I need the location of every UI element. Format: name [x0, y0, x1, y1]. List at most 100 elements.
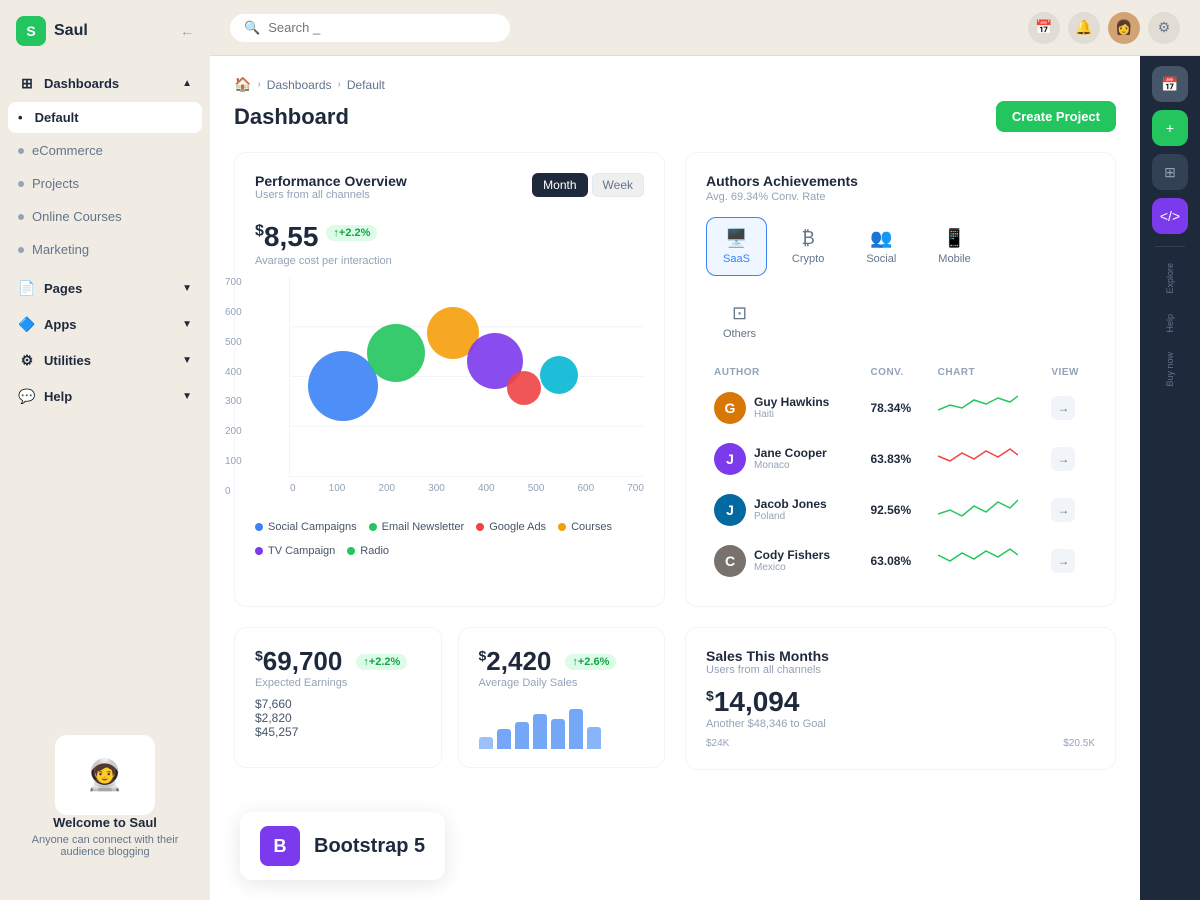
cat-tab-row2: ⊡ Others — [706, 292, 1095, 351]
right-sidebar: 📅 + ⊞ </> Explore Help Buy now — [1140, 56, 1200, 900]
sidebar-item-help[interactable]: 💬 Help ▼ — [8, 379, 202, 413]
avatar: J — [714, 494, 746, 526]
cat-tab-crypto[interactable]: ₿ Crypto — [775, 217, 841, 276]
sidebar-item-label: Default — [35, 110, 192, 125]
chart-legend: Social Campaigns Email Newsletter Google… — [255, 521, 644, 557]
perf-label: Avarage cost per interaction — [255, 255, 644, 267]
view-button[interactable]: → — [1051, 498, 1075, 522]
search-input[interactable] — [268, 20, 496, 35]
rs-help-label[interactable]: Help — [1161, 306, 1179, 341]
mobile-icon: 📱 — [943, 228, 965, 249]
bootstrap-text: Bootstrap 5 — [314, 835, 425, 858]
chevron-icon: ▲ — [182, 78, 192, 89]
bar — [533, 714, 547, 749]
bubble-google — [507, 371, 541, 405]
legend-dot — [369, 523, 377, 531]
breadcrumb-current: Default — [347, 78, 385, 92]
create-project-button[interactable]: Create Project — [996, 101, 1116, 132]
sidebar-item-apps[interactable]: 🔷 Apps ▼ — [8, 307, 202, 341]
avatar: J — [714, 443, 746, 475]
bar — [551, 719, 565, 749]
apps-icon: 🔷 — [18, 315, 36, 333]
topbar-calendar-icon[interactable]: 📅 — [1028, 12, 1060, 44]
legend-dot — [347, 547, 355, 555]
cat-tab-saas[interactable]: 🖥️ SaaS — [706, 217, 767, 276]
legend-label: Email Newsletter — [382, 521, 465, 533]
tab-week[interactable]: Week — [592, 173, 644, 197]
avatar: G — [714, 392, 746, 424]
sidebar-item-projects[interactable]: Projects — [8, 168, 202, 199]
nav-dot — [18, 148, 24, 154]
breadcrumb-home[interactable]: 🏠 — [234, 76, 251, 93]
cat-tab-others[interactable]: ⊡ Others — [706, 292, 773, 351]
sidebar-item-label: Utilities — [44, 353, 174, 368]
bootstrap-overlay: B Bootstrap 5 — [240, 812, 445, 880]
sidebar-item-marketing[interactable]: Marketing — [8, 234, 202, 265]
earnings-card: $69,700 +2.2% Expected Earnings $7,660 $… — [234, 627, 442, 768]
rs-add-btn[interactable]: + — [1152, 110, 1188, 146]
bar — [497, 729, 511, 749]
topbar-avatar[interactable]: 👩 — [1108, 12, 1140, 44]
topbar-settings-icon[interactable]: ⚙ — [1148, 12, 1180, 44]
page-title: Dashboard — [234, 104, 349, 130]
author-country: Mexico — [754, 562, 830, 573]
legend-google-ads: Google Ads — [476, 521, 546, 533]
breadcrumb-dashboards[interactable]: Dashboards — [267, 78, 332, 92]
search-box[interactable]: 🔍 — [230, 14, 510, 42]
rs-explore-label[interactable]: Explore — [1161, 255, 1179, 302]
sidebar-item-online-courses[interactable]: Online Courses — [8, 201, 202, 232]
topbar-notification-icon[interactable]: 🔔 — [1068, 12, 1100, 44]
utilities-icon: ⚙ — [18, 351, 36, 369]
authors-sub: Avg. 69.34% Conv. Rate — [706, 191, 1095, 203]
tab-month[interactable]: Month — [532, 173, 587, 197]
legend-label: Radio — [360, 545, 389, 557]
rs-buy-label[interactable]: Buy now — [1161, 344, 1179, 395]
view-button[interactable]: → — [1051, 447, 1075, 471]
brand-arrow[interactable]: ← — [180, 23, 194, 39]
nav-dot — [18, 214, 24, 220]
sidebar-item-ecommerce[interactable]: eCommerce — [8, 135, 202, 166]
perf-value: $8,55 — [255, 221, 318, 253]
sidebar-item-label: Dashboards — [44, 76, 174, 91]
conv-rate: 63.08% — [870, 554, 911, 568]
sidebar-illustration: 🧑‍🚀 — [55, 735, 155, 815]
view-button[interactable]: → — [1051, 396, 1075, 420]
sidebar-item-utilities[interactable]: ⚙ Utilities ▼ — [8, 343, 202, 377]
daily-sales-label: Average Daily Sales — [479, 677, 645, 689]
perf-tabs: Month Week — [532, 173, 644, 197]
author-name: Guy Hawkins — [754, 395, 829, 409]
table-row: G Guy Hawkins Haiti 78.34% — [706, 382, 1095, 433]
main-area: 🔍 📅 🔔 👩 ⚙ 🏠 › Dashboards › Default Dashb… — [210, 0, 1200, 900]
x-axis: 0 100 200 300 400 500 600 700 — [290, 483, 644, 494]
author-name: Cody Fishers — [754, 548, 830, 562]
legend-label: Social Campaigns — [268, 521, 357, 533]
sales-sub: Users from all channels — [706, 664, 1095, 676]
col-conv: CONV. — [862, 363, 929, 382]
legend-social: Social Campaigns — [255, 521, 357, 533]
bubble-radio — [540, 356, 578, 394]
table-row: C Cody Fishers Mexico 63.08% — [706, 535, 1095, 586]
sidebar-item-label: Help — [44, 389, 174, 404]
perf-title-block: Performance Overview Users from all chan… — [255, 173, 407, 201]
perf-title: Performance Overview — [255, 173, 407, 189]
sidebar-bottom: 🧑‍🚀 Welcome to Saul Anyone can connect w… — [0, 719, 210, 884]
sidebar-item-dashboards[interactable]: ⊞ Dashboards ▲ — [8, 66, 202, 100]
cat-label: Mobile — [938, 253, 970, 265]
authors-table: AUTHOR CONV. CHART VIEW G — [706, 363, 1095, 586]
legend-label: Courses — [571, 521, 612, 533]
cat-tab-mobile[interactable]: 📱 Mobile — [921, 217, 987, 276]
topbar: 🔍 📅 🔔 👩 ⚙ — [210, 0, 1200, 56]
perf-badge: +2.2% — [326, 225, 377, 241]
sidebar-item-default[interactable]: Default — [8, 102, 202, 133]
view-button[interactable]: → — [1051, 549, 1075, 573]
earnings-value: $69,700 — [255, 646, 342, 677]
rs-code-btn[interactable]: </> — [1152, 198, 1188, 234]
sidebar-item-pages[interactable]: 📄 Pages ▼ — [8, 271, 202, 305]
sales-card: Sales This Months Users from all channel… — [685, 627, 1116, 770]
bar — [479, 737, 493, 750]
cat-tab-social[interactable]: 👥 Social — [849, 217, 913, 276]
author-info: G Guy Hawkins Haiti — [714, 392, 854, 424]
others-icon: ⊡ — [732, 303, 747, 324]
rs-grid-btn[interactable]: ⊞ — [1152, 154, 1188, 190]
rs-calendar-btn[interactable]: 📅 — [1152, 66, 1188, 102]
